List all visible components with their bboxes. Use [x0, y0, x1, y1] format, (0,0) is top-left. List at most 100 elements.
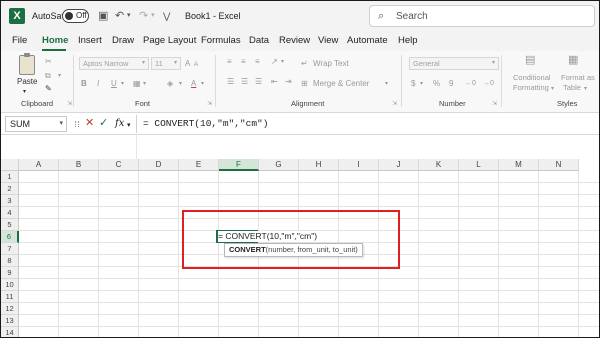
copy-dropdown-icon[interactable]: ▾	[58, 71, 61, 81]
paste-button[interactable]: Paste	[17, 77, 37, 87]
formula-bar-drag-handle[interactable]	[75, 121, 79, 127]
paste-icon[interactable]	[19, 53, 35, 75]
chevron-down-icon[interactable]: ▾	[121, 79, 124, 89]
copy-icon[interactable]: ⧉	[45, 71, 51, 81]
row-header-2[interactable]: 2	[1, 183, 19, 195]
tab-review[interactable]: Review	[279, 35, 310, 46]
autosave-toggle[interactable]: Off	[62, 9, 89, 23]
row-header-5[interactable]: 5	[1, 219, 19, 231]
wrap-text-button[interactable]: Wrap Text	[313, 59, 349, 69]
redo-icon[interactable]: ↷	[139, 9, 148, 23]
row-header-8[interactable]: 8	[1, 255, 19, 267]
row-header-11[interactable]: 11	[1, 291, 19, 303]
column-header-h[interactable]: H	[299, 159, 339, 171]
fill-color-icon[interactable]: ◈	[167, 79, 173, 89]
merge-center-button[interactable]: Merge & Center	[313, 79, 369, 89]
alignment-launcher-icon[interactable]: ⇲	[392, 99, 397, 109]
borders-icon[interactable]: ▦	[133, 79, 141, 89]
align-top-icon[interactable]: ≡	[227, 57, 232, 67]
chevron-down-icon[interactable]: ▾	[420, 79, 423, 89]
worksheet-grid[interactable]: ABCDEFGHIJKLMN 1 2 3 4 5 6 7 8 9 10 11 12 13 14 = CON…	[1, 159, 599, 337]
column-header-j[interactable]: J	[379, 159, 419, 171]
format-as-table-icon[interactable]: ▦	[568, 55, 578, 66]
percent-button[interactable]: %	[433, 79, 440, 89]
chevron-down-icon[interactable]: ▾	[584, 84, 587, 94]
cancel-icon[interactable]: ✕	[85, 117, 94, 130]
chevron-down-icon[interactable]: ▾	[143, 79, 146, 89]
clipboard-launcher-icon[interactable]: ⇲	[67, 99, 72, 109]
tab-automate[interactable]: Automate	[347, 35, 388, 46]
chevron-down-icon[interactable]: ▾	[201, 79, 204, 89]
formula-input[interactable]: = CONVERT(10,"m","cm")	[143, 118, 268, 129]
column-header-g[interactable]: G	[259, 159, 299, 171]
tab-page-layout[interactable]: Page Layout	[143, 35, 196, 46]
grow-font-button[interactable]: A	[185, 59, 190, 69]
tab-insert[interactable]: Insert	[78, 35, 102, 46]
select-all-corner[interactable]	[1, 159, 19, 171]
align-center-icon[interactable]: ☰	[241, 77, 248, 87]
font-name-box[interactable]: Aptos Narrow ▾	[79, 57, 149, 70]
italic-button[interactable]: I	[97, 79, 99, 89]
chevron-down-icon[interactable]: ▾	[385, 79, 388, 89]
column-header-i[interactable]: I	[339, 159, 379, 171]
row-header-7[interactable]: 7	[1, 243, 19, 255]
row-header-6[interactable]: 6	[1, 231, 19, 243]
column-header-a[interactable]: A	[19, 159, 59, 171]
align-left-icon[interactable]: ☰	[227, 77, 234, 87]
conditional-label[interactable]: Conditional	[513, 73, 551, 83]
name-box[interactable]: SUM ▾	[5, 116, 67, 132]
chevron-down-icon[interactable]: ▾	[281, 57, 284, 67]
undo-icon[interactable]: ↶	[115, 9, 124, 23]
align-bottom-icon[interactable]: ≡	[255, 57, 260, 67]
column-header-b[interactable]: B	[59, 159, 99, 171]
column-header-m[interactable]: M	[499, 159, 539, 171]
font-color-icon[interactable]: A	[191, 79, 196, 89]
chevron-down-icon[interactable]: ▾	[179, 79, 182, 89]
insert-function-button[interactable]: fx	[115, 117, 124, 130]
format-painter-icon[interactable]: ✎	[45, 84, 52, 94]
column-header-c[interactable]: C	[99, 159, 139, 171]
underline-button[interactable]: U	[111, 79, 117, 89]
row-header-13[interactable]: 13	[1, 315, 19, 327]
increase-decimal-icon[interactable]: ←0	[465, 79, 476, 89]
currency-button[interactable]: $	[411, 79, 415, 89]
align-middle-icon[interactable]: ≡	[241, 57, 246, 67]
table-label[interactable]: Table	[563, 83, 581, 93]
number-launcher-icon[interactable]: ⇲	[492, 99, 497, 109]
tab-help[interactable]: Help	[398, 35, 418, 46]
increase-indent-icon[interactable]: ⇥	[285, 77, 292, 87]
row-header-4[interactable]: 4	[1, 207, 19, 219]
row-header-3[interactable]: 3	[1, 195, 19, 207]
column-header-d[interactable]: D	[139, 159, 179, 171]
conditional-formatting-icon[interactable]: ▤	[525, 55, 535, 66]
formatting-label[interactable]: Formatting	[513, 83, 549, 93]
column-header-k[interactable]: K	[419, 159, 459, 171]
decrease-indent-icon[interactable]: ⇤	[271, 77, 278, 87]
row-header-9[interactable]: 9	[1, 267, 19, 279]
chevron-down-icon[interactable]: ▾	[127, 119, 131, 132]
tab-formulas[interactable]: Formulas	[201, 35, 241, 46]
row-header-10[interactable]: 10	[1, 279, 19, 291]
column-header-e[interactable]: E	[179, 159, 219, 171]
bold-button[interactable]: B	[81, 79, 87, 89]
format-as-label[interactable]: Format as	[561, 73, 595, 83]
tab-home[interactable]: Home	[42, 35, 68, 46]
orientation-icon[interactable]: ↗	[271, 57, 278, 67]
redo-dropdown-icon[interactable]: ▾	[151, 9, 155, 23]
tab-file[interactable]: File	[12, 35, 27, 46]
align-right-icon[interactable]: ☰	[255, 77, 262, 87]
tab-data[interactable]: Data	[249, 35, 269, 46]
search-box[interactable]: ⌕ Search	[369, 5, 595, 27]
tab-view[interactable]: View	[318, 35, 338, 46]
font-launcher-icon[interactable]: ⇲	[207, 99, 212, 109]
comma-button[interactable]: 9	[449, 79, 453, 89]
paste-dropdown-icon[interactable]: ▾	[23, 87, 26, 97]
cut-icon[interactable]: ✂	[45, 57, 52, 67]
undo-dropdown-icon[interactable]: ▾	[127, 9, 131, 23]
column-header-n[interactable]: N	[539, 159, 579, 171]
column-header-f[interactable]: F	[219, 159, 259, 171]
row-header-14[interactable]: 14	[1, 327, 19, 337]
number-format-box[interactable]: General ▾	[409, 57, 499, 70]
chevron-down-icon[interactable]: ▾	[551, 84, 554, 94]
save-icon[interactable]: ▣	[98, 9, 108, 23]
